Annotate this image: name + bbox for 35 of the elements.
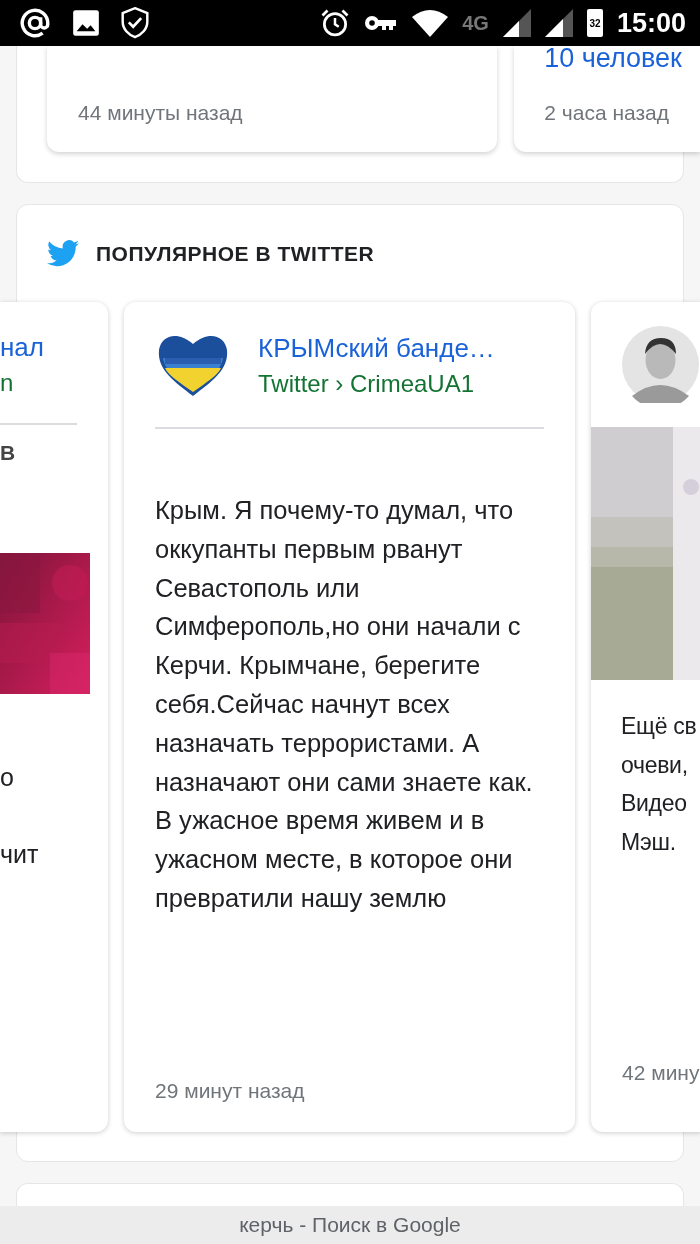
timestamp: 29 минут назад [155,1079,306,1103]
tweet-card[interactable] [124,302,575,1132]
shield-check-icon [120,7,150,39]
result-card[interactable]: 44 минуты назад [47,46,498,152]
page-title: керчь - Поиск в Google [239,1213,461,1237]
tweet-text: Ещё св [621,712,698,741]
timestamp: 42 мину [622,1061,700,1085]
image-icon [72,9,100,37]
result-title[interactable]: 10 человек [544,46,700,70]
alarm-icon [320,8,351,38]
tweet-text: очеви, [621,750,689,780]
section-heading: ПОПУЛЯРНОЕ В TWITTER [96,241,375,266]
timestamp: 44 минуты назад [78,101,244,125]
clock: 15:00 [616,7,686,39]
result-card[interactable]: 10 человек 2 часа назад [514,46,700,152]
tweet-text: о [0,762,15,793]
signal-icon [544,9,573,37]
wifi-icon [412,9,449,37]
tweet-author[interactable]: КРЫМский банде… [258,332,495,364]
tweet-text: Мэш. [621,827,677,857]
tweet-text: Крым. Я почему-то думал, что оккупанты первым рванут Севастополь или Симферополь,но они начали с Керчи. Крымчане, берегите себя.Сейчас начнут всех назначать террористами. А назначают они сами знаете как. В ужасное время живем и в ужасном месте, в которое они превратили нашу землю [155,495,534,914]
tweet-card[interactable]: нал n В о чит [0,302,108,1132]
at-sign-icon [18,6,52,40]
timestamp: 2 часа назад [544,101,670,125]
tweet-text: чит [0,839,40,870]
tweet-card[interactable]: Ещё св очеви, Видео Мэш. 42 мину [591,302,700,1132]
bird-icon [47,240,79,267]
tweet-source: n [0,368,15,398]
tweet-label: В [0,441,17,466]
signal-icon [502,9,531,37]
tweet-text: Видео [621,789,688,818]
battery-icon: 32 [586,9,603,37]
tweet-source: Twitter › CrimeaUA1 [258,369,476,398]
network-type: 4G [462,11,489,35]
tweet-author[interactable]: нал [0,331,108,363]
